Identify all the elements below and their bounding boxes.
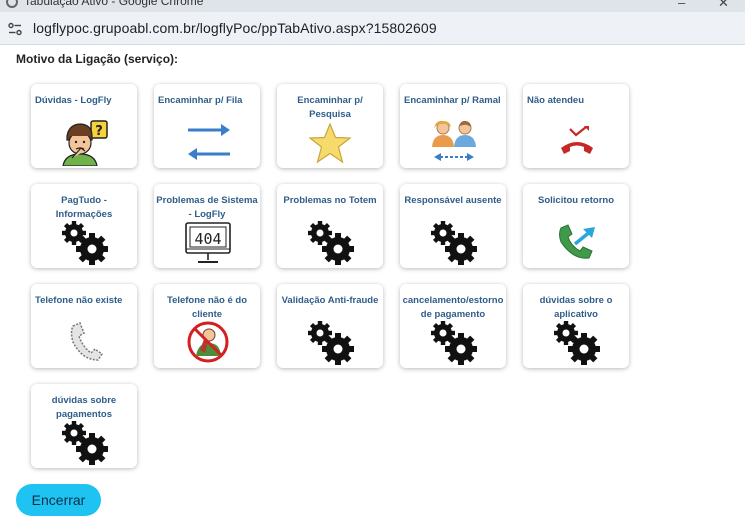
option-label: Problemas de Sistema - LogFly (156, 195, 258, 220)
option-responsavel-ausente[interactable]: Responsável ausente (400, 184, 506, 268)
option-cancelamento-estorno[interactable]: cancelamento/estorno de pagamento (400, 284, 506, 368)
callback-phone-icon (559, 224, 595, 259)
option-label: PagTudo - Informações (55, 195, 113, 220)
phone-outline-icon (70, 322, 103, 361)
gears-icon (62, 421, 108, 465)
url-text[interactable]: logflypoc.grupoabl.com.br/logflyPoc/ppTa… (33, 20, 437, 36)
option-label: Não atendeu (527, 95, 585, 106)
transfer-arrows-icon (188, 124, 230, 160)
svg-text:?: ? (95, 124, 103, 139)
option-label: dúvidas sobre o aplicativo (539, 295, 613, 320)
option-nao-atendeu[interactable]: Não atendeu (523, 84, 629, 168)
option-label: dúvidas sobre pagamentos (51, 395, 117, 420)
option-label: Dúvidas - LogFly (35, 95, 112, 106)
option-label: Encaminhar p/ Fila (158, 95, 243, 106)
option-duvidas-aplicativo[interactable]: dúvidas sobre o aplicativo (523, 284, 629, 368)
no-person-phone-icon (187, 321, 229, 363)
option-encaminhar-pesquisa[interactable]: Encaminhar p/ Pesquisa (277, 84, 383, 168)
thinking-person-icon: ? (62, 120, 108, 166)
option-label: Encaminhar p/ Ramal (404, 95, 501, 106)
option-encaminhar-ramal[interactable]: Encaminhar p/ Ramal (400, 84, 506, 168)
option-problemas-sistema-logfly[interactable]: Problemas de Sistema - LogFly 404 (154, 184, 260, 268)
gears-icon (62, 221, 108, 265)
chrome-logo-icon (6, 0, 18, 8)
option-label: Problemas no Totem (283, 195, 377, 206)
gears-icon (308, 221, 354, 265)
option-telefone-nao-existe[interactable]: Telefone não existe (31, 284, 137, 368)
gears-icon (308, 321, 354, 365)
close-icon[interactable]: ✕ (718, 0, 729, 11)
end-button[interactable]: Encerrar (16, 484, 101, 516)
option-duvidas-pagamentos[interactable]: dúvidas sobre pagamentos (31, 384, 137, 468)
svg-text:404: 404 (194, 230, 221, 248)
gears-icon (554, 321, 600, 365)
missed-call-icon (561, 126, 593, 154)
address-bar[interactable]: logflypoc.grupoabl.com.br/logflyPoc/ppTa… (0, 12, 745, 45)
option-encaminhar-fila[interactable]: Encaminhar p/ Fila (154, 84, 260, 168)
option-telefone-nao-do-cliente[interactable]: Telefone não é do cliente (154, 284, 260, 368)
site-settings-icon[interactable] (7, 21, 23, 37)
option-problemas-totem[interactable]: Problemas no Totem (277, 184, 383, 268)
option-label: cancelamento/estorno de pagamento (402, 295, 504, 320)
option-label: Telefone não existe (35, 295, 123, 306)
two-users-transfer-icon (432, 120, 476, 161)
section-title: Motivo da Ligação (serviço): (16, 52, 179, 66)
option-label: Responsável ausente (404, 195, 502, 206)
window-titlebar: Tabulação Ativo - Google Chrome – ✕ (0, 0, 745, 12)
option-label: Validação Anti-fraude (281, 295, 379, 306)
star-icon (308, 122, 352, 164)
option-label: Solicitou retorno (538, 195, 614, 206)
gears-icon (431, 321, 477, 365)
option-pagtudo-informacoes[interactable]: PagTudo - Informações (31, 184, 137, 268)
minimize-icon[interactable]: – (678, 0, 685, 10)
error-404-monitor-icon: 404 (185, 222, 231, 263)
option-validacao-anti-fraude[interactable]: Validação Anti-fraude (277, 284, 383, 368)
option-label: Telefone não é do cliente (166, 295, 248, 320)
option-duvidas-logfly[interactable]: Dúvidas - LogFly ? (31, 84, 137, 168)
window-title: Tabulação Ativo - Google Chrome (24, 0, 204, 8)
gears-icon (431, 221, 477, 265)
option-solicitou-retorno[interactable]: Solicitou retorno (523, 184, 629, 268)
option-label: Encaminhar p/ Pesquisa (297, 95, 363, 120)
